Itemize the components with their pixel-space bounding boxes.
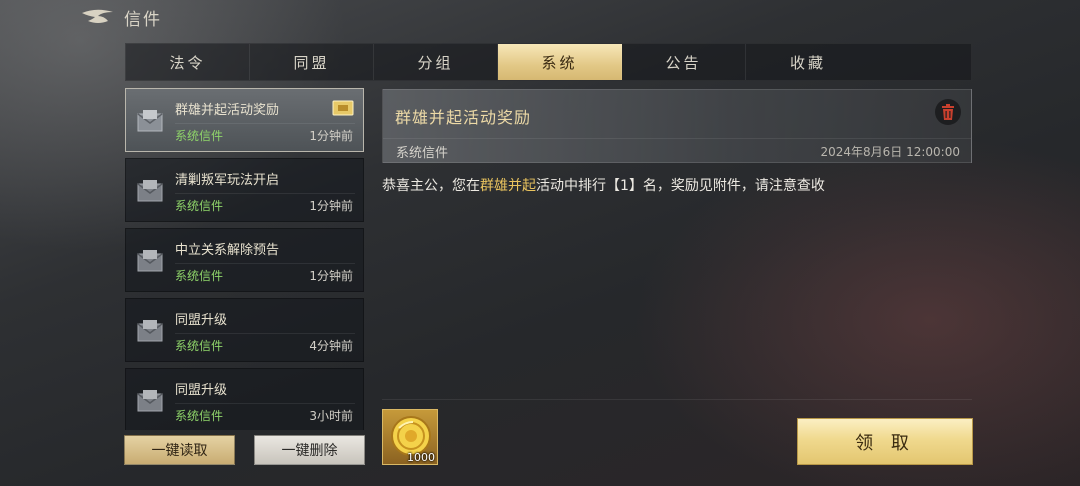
- divider: [382, 399, 972, 400]
- mail-subject: 清剿叛军玩法开启: [175, 173, 280, 188]
- mail-sender: 系统信件: [175, 409, 224, 423]
- mail-detail-title: 群雄并起活动奖励: [395, 108, 532, 127]
- mail-subject: 同盟升级: [175, 313, 228, 328]
- tab-announcement[interactable]: 公告: [622, 44, 746, 80]
- envelope-icon: [137, 320, 163, 342]
- mail-time: 3小时前: [309, 409, 353, 423]
- mail-list: 群雄并起活动奖励 系统信件 1分钟前 清剿叛军玩法开启 系统信件 1分钟前 中立…: [125, 88, 365, 430]
- mail-time: 1分钟前: [309, 129, 353, 143]
- delete-mail-button[interactable]: [935, 99, 961, 125]
- mail-sender: 系统信件: [175, 339, 224, 353]
- mail-detail-header: 群雄并起活动奖励 系统信件 2024年8月6日 12:00:00: [382, 89, 972, 163]
- page-title: 信件: [124, 10, 162, 30]
- event-name-highlight: 群雄并起: [480, 178, 536, 194]
- mail-body-prefix: 恭喜主公，您在: [382, 178, 480, 194]
- divider: [175, 123, 355, 124]
- reward-item[interactable]: 1000: [382, 409, 438, 465]
- mail-body-suffix: 活动中排行【1】名，奖励见附件，请注意查收: [536, 178, 825, 194]
- attachment-icon: [332, 100, 354, 116]
- delete-all-button[interactable]: 一键删除: [254, 435, 365, 465]
- mail-time: 1分钟前: [309, 199, 353, 213]
- tab-decree[interactable]: 法令: [126, 44, 250, 80]
- claim-button[interactable]: 领 取: [797, 418, 973, 465]
- divider: [175, 333, 355, 334]
- envelope-icon: [137, 390, 163, 412]
- mail-time: 1分钟前: [309, 269, 353, 283]
- list-item[interactable]: 同盟升级 系统信件 4分钟前: [125, 298, 364, 362]
- mail-detail-date: 2024年8月6日 12:00:00: [820, 145, 960, 159]
- envelope-icon: [137, 110, 163, 132]
- mail-subject: 群雄并起活动奖励: [175, 103, 280, 118]
- mail-sender: 系统信件: [175, 269, 224, 283]
- divider: [175, 263, 355, 264]
- envelope-icon: [137, 180, 163, 202]
- mail-detail-sender: 系统信件: [396, 146, 449, 161]
- mail-body: 恭喜主公，您在群雄并起活动中排行【1】名，奖励见附件，请注意查收: [382, 177, 972, 195]
- trash-icon: [942, 104, 954, 120]
- tab-favorites[interactable]: 收藏: [746, 44, 870, 80]
- tab-alliance[interactable]: 同盟: [250, 44, 374, 80]
- back-icon[interactable]: [80, 7, 116, 27]
- list-item[interactable]: 中立关系解除预告 系统信件 1分钟前: [125, 228, 364, 292]
- tab-system[interactable]: 系统: [498, 44, 622, 80]
- mail-time: 4分钟前: [309, 339, 353, 353]
- divider: [383, 138, 971, 139]
- reward-quantity: 1000: [407, 451, 435, 464]
- tab-group[interactable]: 分组: [374, 44, 498, 80]
- divider: [175, 403, 355, 404]
- list-item[interactable]: 清剿叛军玩法开启 系统信件 1分钟前: [125, 158, 364, 222]
- mail-sender: 系统信件: [175, 199, 224, 213]
- top-bar: 信件: [0, 0, 1080, 34]
- mail-subject: 中立关系解除预告: [175, 243, 280, 258]
- envelope-icon: [137, 250, 163, 272]
- category-tabs: 法令 同盟 分组 系统 公告 收藏: [125, 43, 972, 81]
- read-all-button[interactable]: 一键读取: [124, 435, 235, 465]
- mail-subject: 同盟升级: [175, 383, 228, 398]
- list-item[interactable]: 同盟升级 系统信件 3小时前: [125, 368, 364, 430]
- divider: [175, 193, 355, 194]
- list-item[interactable]: 群雄并起活动奖励 系统信件 1分钟前: [125, 88, 364, 152]
- mail-sender: 系统信件: [175, 129, 224, 143]
